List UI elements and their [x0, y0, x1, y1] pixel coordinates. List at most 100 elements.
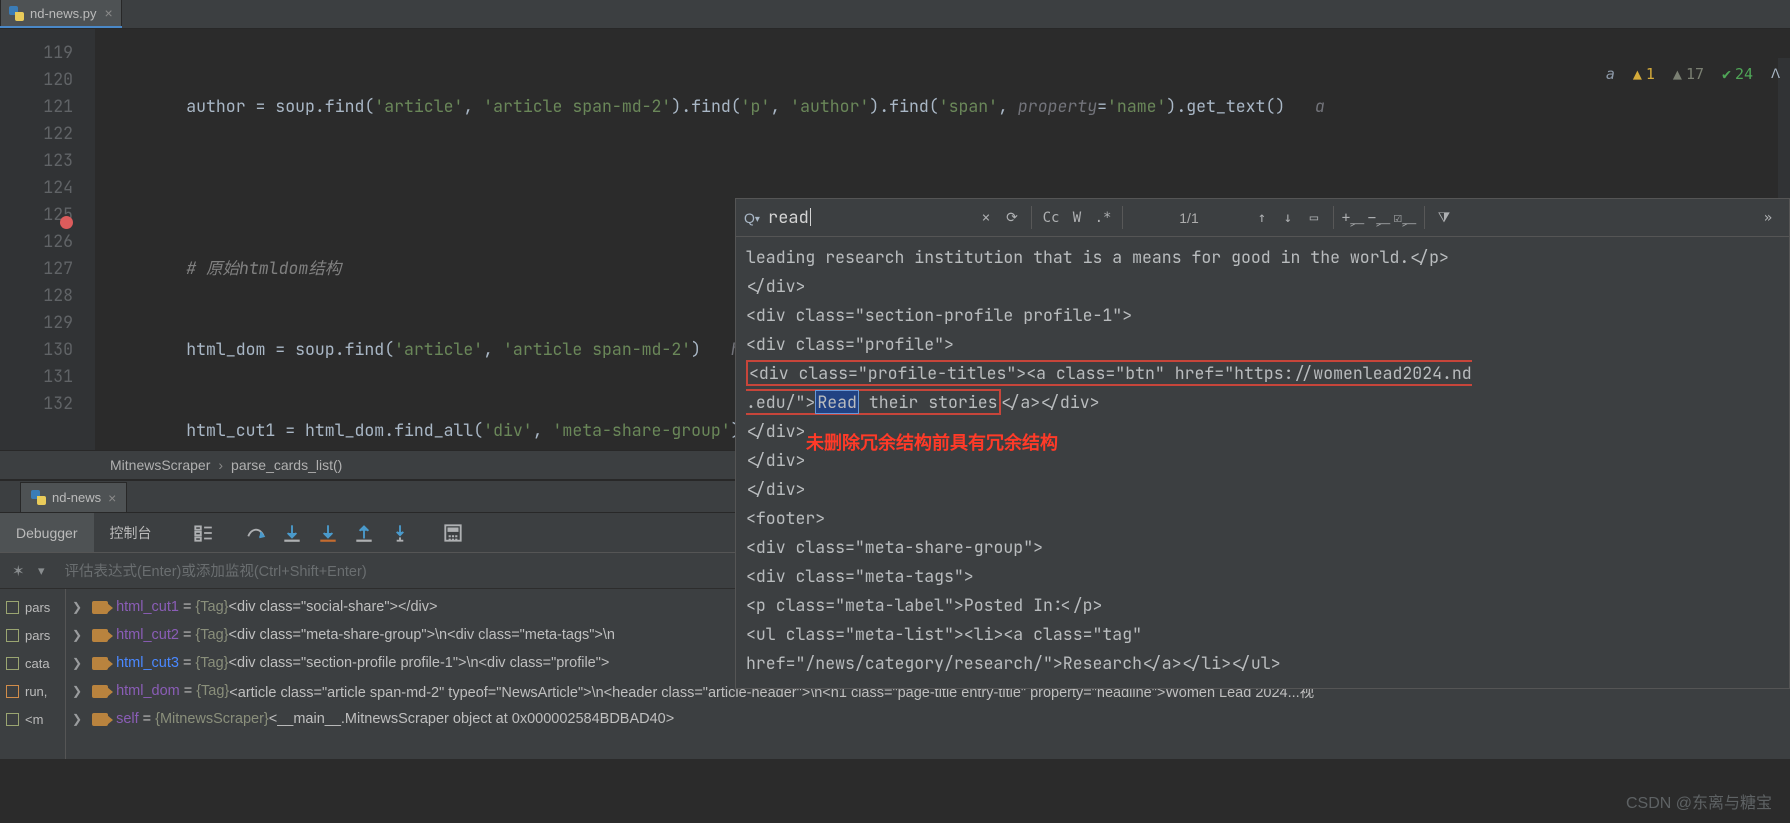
line-number: 129 — [0, 309, 73, 336]
crumb-class[interactable]: MitnewsScraper — [110, 457, 210, 473]
frames-stub-column: pars pars cata run, <m — [0, 589, 66, 759]
close-icon[interactable]: × — [104, 5, 112, 21]
next-match-icon[interactable]: ↓ — [1275, 211, 1301, 225]
regex-icon[interactable]: .* — [1090, 211, 1116, 225]
line-number: 121 — [0, 93, 73, 120]
var-name: html_cut2 — [116, 627, 179, 643]
search-match: Read — [815, 390, 859, 414]
line-gutter: 119 120 121 122 123 124 125 126 127 128 … — [0, 29, 95, 450]
evaluate-icon[interactable] — [442, 522, 464, 544]
file-tab[interactable]: nd-news.py × — [0, 0, 122, 26]
show-frames-icon[interactable] — [192, 522, 214, 544]
watermark-text: CSDN @东离与糖宝 — [1626, 789, 1772, 813]
step-out-icon[interactable] — [353, 522, 375, 544]
filter-icon[interactable]: ⧩ — [1431, 211, 1457, 225]
tag-icon — [92, 601, 108, 614]
frame-stub[interactable]: pars — [0, 621, 65, 649]
inspection-italic: a — [1606, 67, 1615, 82]
step-into-icon[interactable] — [281, 522, 303, 544]
frame-stub[interactable]: <m — [0, 705, 65, 733]
line-number: 130 — [0, 336, 73, 363]
var-name: html_dom — [116, 683, 180, 699]
active-tab-underline — [0, 26, 122, 28]
chevron-down-icon[interactable]: ▾ — [38, 563, 45, 579]
watch-placeholder: 评估表达式(Enter)或添加监视(Ctrl+Shift+Enter) — [65, 560, 367, 581]
highlight-box: <div class="profile-titles"><a class="bt… — [746, 360, 1472, 415]
chevron-right-icon[interactable]: ❯ — [72, 628, 82, 642]
add-selection-icon[interactable]: +⸐ — [1340, 211, 1366, 225]
debug-run-tab[interactable]: nd-news × — [20, 482, 127, 512]
search-icon[interactable]: Q▾ — [736, 210, 768, 226]
file-tab-strip: nd-news.py × — [0, 0, 1790, 29]
chevron-up-icon[interactable]: ᐱ — [1771, 68, 1780, 81]
words-icon[interactable]: W — [1064, 211, 1090, 225]
chevron-right-icon[interactable]: ❯ — [72, 712, 82, 726]
debugger-tab[interactable]: Debugger — [0, 513, 94, 552]
python-run-icon — [31, 490, 46, 505]
remove-selection-icon[interactable]: −⸐ — [1366, 211, 1392, 225]
debug-tab-label: nd-news — [52, 490, 101, 505]
find-toolbar: Q▾ read × ⟳ Cc W .* 1/1 ↑ ↓ ▭ +⸐ −⸐ ☑⸐ ⧩… — [736, 199, 1789, 237]
line-number: 120 — [0, 66, 73, 93]
ok-count: ✔24 — [1722, 67, 1753, 82]
more-icon[interactable]: » — [1755, 211, 1781, 225]
file-tab-label: nd-news.py — [30, 6, 96, 21]
tag-icon — [92, 685, 108, 698]
var-name: self — [116, 711, 139, 727]
run-to-cursor-icon[interactable] — [389, 522, 411, 544]
tag-icon — [92, 629, 108, 642]
close-icon[interactable]: × — [108, 490, 116, 506]
line-number: 126 — [0, 228, 73, 255]
match-count: 1/1 — [1129, 210, 1249, 226]
breakpoint-icon[interactable] — [60, 216, 73, 229]
frame-stub[interactable]: run, — [0, 677, 65, 705]
line-number: 131 — [0, 363, 73, 390]
var-type: {Tag} — [196, 683, 229, 699]
select-occurrences-icon[interactable]: ☑⸐ — [1392, 211, 1418, 225]
variable-row[interactable]: ❯self = {MitnewsScraper} <__main__.Mitne… — [66, 705, 1790, 733]
prev-match-icon[interactable]: ↑ — [1249, 211, 1275, 225]
match-case-icon[interactable]: Cc — [1038, 211, 1064, 225]
var-name: html_cut1 — [116, 599, 179, 615]
line-number: 132 — [0, 390, 73, 417]
tag-icon — [92, 713, 108, 726]
chevron-right-icon[interactable]: ❯ — [72, 656, 82, 670]
line-number: 128 — [0, 282, 73, 309]
chevron-right-icon: › — [218, 457, 223, 473]
history-icon[interactable]: ⟳ — [999, 211, 1025, 225]
var-value: <div class="meta-share-group">\n<div cla… — [228, 627, 615, 643]
var-type: {Tag} — [195, 599, 228, 615]
chevron-right-icon[interactable]: ❯ — [72, 684, 82, 698]
var-value: <div class="social-share"></div> — [228, 599, 437, 615]
line-number: 124 — [0, 174, 73, 201]
chevron-right-icon[interactable]: ❯ — [72, 600, 82, 614]
line-number: 119 — [0, 39, 73, 66]
find-input[interactable]: read — [768, 208, 973, 227]
frame-stub[interactable]: cata — [0, 649, 65, 677]
crumb-method[interactable]: parse_cards_list() — [231, 457, 342, 473]
step-over-icon[interactable] — [245, 522, 267, 544]
line-number: 127 — [0, 255, 73, 282]
step-into-my-icon[interactable] — [317, 522, 339, 544]
find-preview-body[interactable]: leading research institution that is a m… — [736, 237, 1789, 688]
console-tab[interactable]: 控制台 — [94, 513, 168, 552]
find-popup: Q▾ read × ⟳ Cc W .* 1/1 ↑ ↓ ▭ +⸐ −⸐ ☑⸐ ⧩… — [735, 198, 1790, 689]
var-value: <div class="section-profile profile-1">\… — [228, 655, 609, 671]
weak-warning-count: ▲17 — [1673, 67, 1704, 82]
watches-star-icon[interactable]: ✶ — [12, 562, 34, 580]
var-name: html_cut3 — [116, 655, 179, 671]
var-type: {MitnewsScraper} — [155, 711, 269, 727]
annotation-text: 未删除冗余结构前具有冗余结构 — [806, 429, 1058, 458]
select-all-icon[interactable]: ▭ — [1301, 211, 1327, 225]
warning-count: ▲1 — [1633, 67, 1655, 82]
var-value: <__main__.MitnewsScraper object at 0x000… — [269, 711, 674, 727]
python-file-icon — [9, 6, 24, 21]
inspection-summary[interactable]: a ▲1 ▲17 ✔24 ᐱ — [1606, 67, 1780, 82]
line-number: 123 — [0, 147, 73, 174]
line-number: 122 — [0, 120, 73, 147]
clear-icon[interactable]: × — [973, 211, 999, 225]
var-type: {Tag} — [195, 627, 228, 643]
tag-icon — [92, 657, 108, 670]
var-type: {Tag} — [195, 655, 228, 671]
frame-stub[interactable]: pars — [0, 593, 65, 621]
